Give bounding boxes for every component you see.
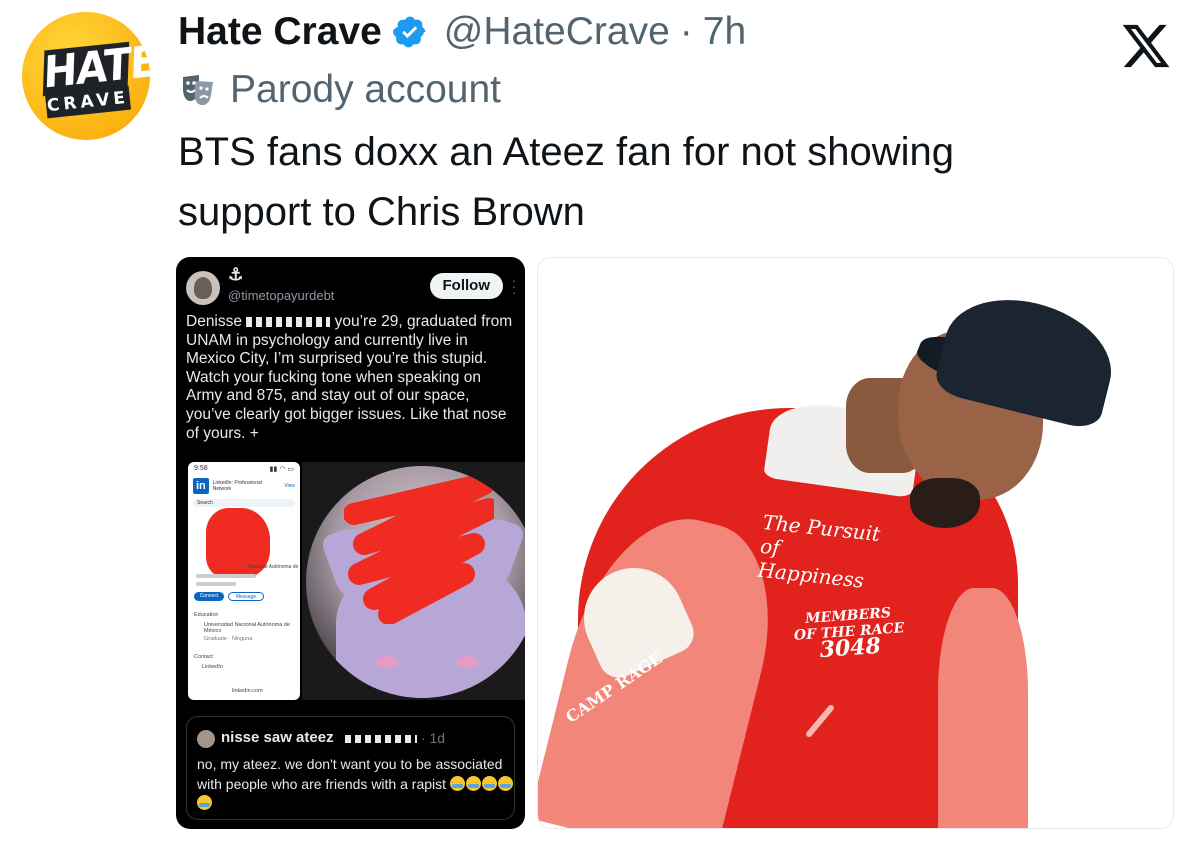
reply-meta: · 1d — [345, 730, 445, 746]
linkedin-search: Search — [193, 499, 295, 507]
more-options-icon: · · · — [511, 272, 517, 300]
linkedin-logo-icon: in — [193, 478, 209, 494]
crying-emoji-icon — [465, 775, 481, 791]
linkedin-profile-screenshot: 9:58 ▮▮ ◠ ▭ in LinkedIn: Professional Net… — [188, 462, 300, 700]
members-text: MEMBERS OF THE RACE 3048 — [793, 605, 905, 664]
media-image-photo[interactable]: CAMP RAGE The Pursuit of Happiness MEMBE… — [537, 257, 1174, 829]
jacket-sleeve-right — [938, 588, 1028, 828]
beard — [910, 478, 980, 528]
tweet-header: Hate Crave @HateCrave · 7h — [178, 10, 746, 54]
phone-status-bar: 9:58 ▮▮ ◠ ▭ — [194, 465, 294, 473]
redacted-name — [246, 316, 331, 327]
verified-badge-icon — [392, 16, 426, 48]
quoted-body-text: Denisse you’re 29, graduated from UNAM i… — [186, 313, 513, 442]
quoted-avatar — [186, 271, 220, 305]
x-logo-icon[interactable] — [1120, 20, 1172, 72]
jacket-script-text: The Pursuit of Happiness — [756, 509, 882, 593]
parody-account-label: Parody account — [230, 68, 502, 111]
crying-emoji-icon — [481, 775, 497, 791]
crying-emoji-icon — [449, 775, 465, 791]
separator-dot: · — [679, 10, 693, 53]
media-image-screenshot[interactable]: ⚓︎ @timetopayurdebt Follow · · · Denisse y… — [176, 257, 525, 829]
quoted-display-name: ⚓︎ — [228, 265, 244, 285]
red-scribble-redaction — [344, 474, 494, 624]
tweet-text: BTS fans doxx an Ateez fan for not showi… — [178, 130, 955, 234]
crying-emoji-icon — [197, 795, 212, 810]
follow-button: Follow — [429, 273, 503, 299]
theater-mask-icon — [183, 75, 213, 106]
timestamp[interactable]: 7h — [703, 10, 746, 54]
quoted-reply-card: nisse saw ateez · 1d no, my ateez. we do… — [186, 716, 515, 820]
display-name[interactable]: Hate Crave — [178, 10, 382, 54]
reply-text: no, my ateez. we don't want you to be as… — [197, 755, 515, 814]
reply-display-name: nisse saw ateez — [221, 729, 334, 746]
parody-label-row: Parody account — [180, 68, 501, 112]
redacted-photo — [302, 462, 525, 700]
profile-avatar[interactable]: HATE CRAVE — [22, 12, 150, 140]
quoted-handle: @timetopayurdebt — [228, 288, 335, 303]
crying-emoji-icon — [497, 775, 513, 791]
reply-avatar — [197, 730, 215, 748]
user-handle[interactable]: @HateCrave — [444, 10, 670, 54]
